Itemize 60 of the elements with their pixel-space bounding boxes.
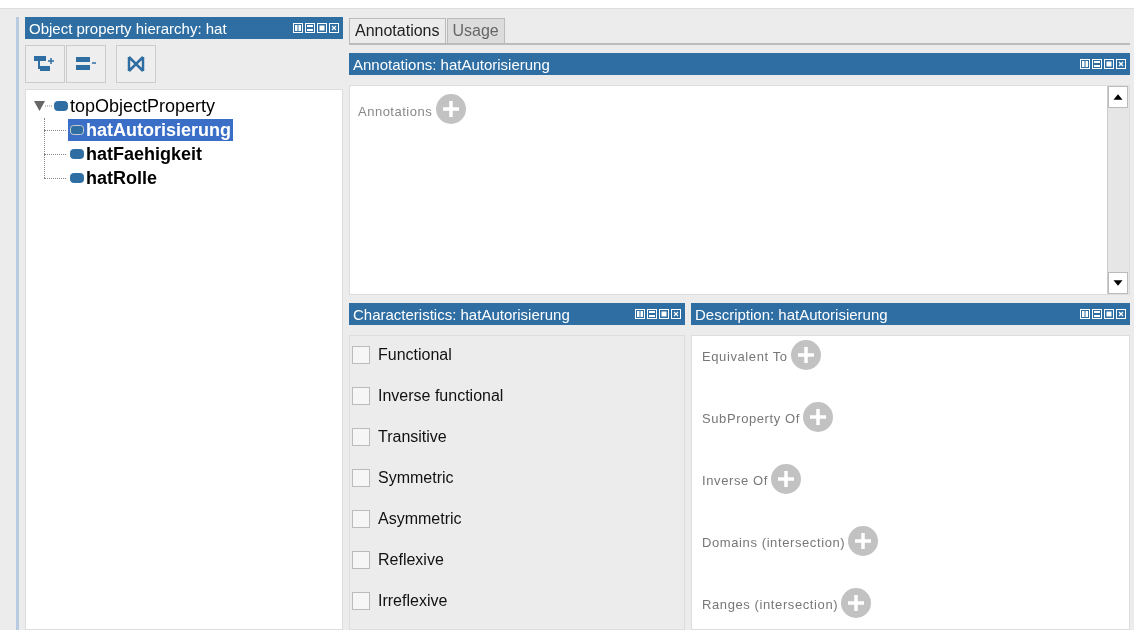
delete-button[interactable] [116, 45, 156, 83]
panel-title: Characteristics: hatAutorisierung [353, 306, 570, 322]
property-icon [70, 149, 84, 159]
maximize-icon[interactable] [1104, 59, 1114, 69]
tree-item[interactable]: hatFaehigkeit [68, 143, 205, 165]
section-label: Ranges (intersection) [702, 596, 839, 615]
close-icon[interactable] [329, 23, 339, 33]
annotations-label: Annotations [358, 103, 433, 121]
checkbox-label: Asymmetric [378, 509, 462, 529]
maximize-icon[interactable] [1104, 309, 1114, 319]
minimize-icon[interactable] [305, 23, 315, 33]
split-view-icon[interactable] [1080, 59, 1090, 69]
property-icon [70, 125, 84, 135]
section-label: SubProperty Of [702, 410, 800, 429]
checkbox[interactable] [352, 428, 370, 446]
split-view-icon[interactable] [293, 23, 303, 33]
close-icon[interactable] [671, 309, 681, 319]
scrollbar[interactable] [1107, 86, 1129, 294]
tree-item[interactable]: hatAutorisierung [68, 119, 233, 141]
tab[interactable]: Annotations [349, 18, 446, 43]
checkbox[interactable] [352, 346, 370, 364]
add-sibling-button[interactable] [66, 45, 106, 83]
panel-title: Annotations: hatAutorisierung [353, 56, 550, 72]
minimize-icon[interactable] [1092, 59, 1102, 69]
panel-title: Description: hatAutorisierung [695, 306, 888, 322]
checkbox-label: Inverse functional [378, 386, 504, 406]
checkbox-label: Functional [378, 345, 452, 365]
property-icon [70, 173, 84, 183]
tree-item[interactable]: topObjectProperty [52, 95, 218, 117]
tab[interactable]: Usage [446, 18, 505, 43]
scroll-up-icon[interactable] [1108, 86, 1128, 108]
minimize-icon[interactable] [647, 309, 657, 319]
delete-icon [127, 55, 145, 73]
split-view-icon[interactable] [1080, 309, 1090, 319]
maximize-icon[interactable] [659, 309, 669, 319]
checkbox-label: Symmetric [378, 468, 454, 488]
section-label: Equivalent To [702, 348, 788, 367]
checkbox[interactable] [352, 387, 370, 405]
maximize-icon[interactable] [317, 23, 327, 33]
property-icon [54, 101, 68, 111]
add-child-icon [34, 55, 56, 73]
tree-item[interactable]: hatRolle [68, 167, 159, 189]
checkbox[interactable] [352, 510, 370, 528]
expand-triangle-icon[interactable] [34, 100, 52, 112]
section-label: Inverse Of [702, 472, 768, 491]
checkbox[interactable] [352, 551, 370, 569]
section-label: Domains (intersection) [702, 534, 846, 553]
add-sibling-icon [75, 56, 97, 72]
panel-title: Object property hierarchy: hat [29, 20, 227, 36]
minimize-icon[interactable] [1092, 309, 1102, 319]
add-subproperty-button[interactable] [25, 45, 65, 83]
checkbox[interactable] [352, 592, 370, 610]
split-view-icon[interactable] [635, 309, 645, 319]
checkbox-label: Reflexive [378, 550, 444, 570]
close-icon[interactable] [1116, 59, 1126, 69]
scroll-down-icon[interactable] [1108, 272, 1128, 294]
checkbox-label: Transitive [378, 427, 447, 447]
checkbox-label: Irreflexive [378, 591, 448, 611]
checkbox[interactable] [352, 469, 370, 487]
close-icon[interactable] [1116, 309, 1126, 319]
